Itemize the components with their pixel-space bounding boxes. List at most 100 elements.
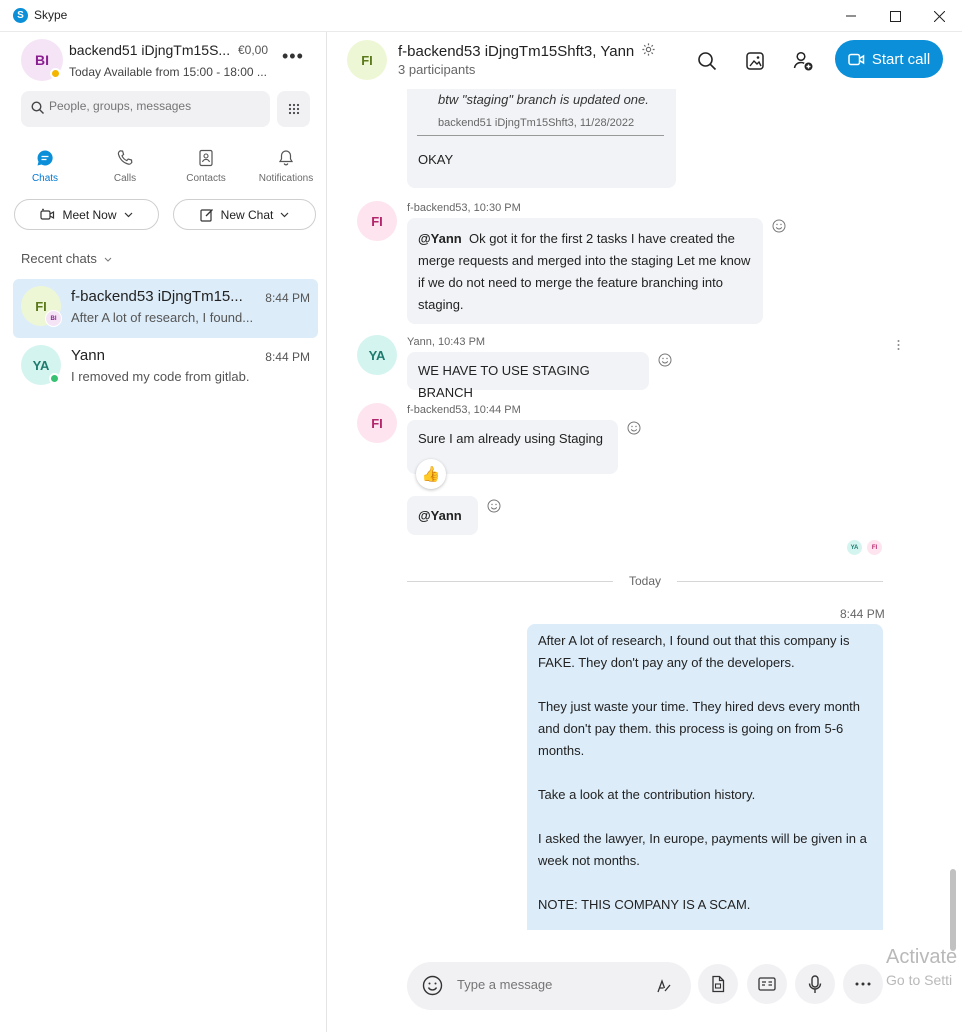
profile-status-message[interactable]: Today Available from 15:00 - 18:00 ... bbox=[69, 65, 267, 79]
skype-credit[interactable]: €0,00 bbox=[238, 43, 268, 57]
title-bar: S Skype bbox=[0, 0, 962, 32]
dialpad-icon bbox=[288, 103, 299, 115]
microphone-icon bbox=[808, 974, 822, 993]
message-bubble[interactable]: @Yann Ok got it for the first 2 tasks I … bbox=[407, 218, 763, 324]
date-divider: Today bbox=[628, 574, 662, 588]
search-input[interactable] bbox=[49, 99, 259, 113]
sender-avatar[interactable]: FI bbox=[357, 403, 397, 443]
message-list[interactable]: btw "staging" branch is updated one. bac… bbox=[327, 89, 962, 947]
tab-chats-label: Chats bbox=[31, 173, 59, 184]
scrollbar[interactable] bbox=[950, 869, 956, 951]
divider-line bbox=[677, 581, 883, 582]
own-message-bubble[interactable]: After A lot of research, I found out tha… bbox=[527, 624, 883, 930]
tab-contacts[interactable]: Contacts bbox=[166, 147, 246, 184]
more-icon bbox=[855, 982, 871, 986]
new-chat-label: New Chat bbox=[220, 207, 274, 222]
read-receipt-avatar: YA bbox=[847, 540, 862, 555]
chat-list-item[interactable]: YA Yann 8:44 PM I removed my code from g… bbox=[13, 338, 318, 397]
meet-now-button[interactable]: Meet Now bbox=[14, 199, 159, 230]
tab-calls[interactable]: Calls bbox=[85, 147, 165, 184]
compose-icon bbox=[200, 208, 213, 222]
profile-name[interactable]: backend51 iDjngTm15S... bbox=[69, 42, 230, 58]
chat-name: Yann bbox=[71, 347, 105, 364]
activation-watermark: Activate bbox=[886, 946, 958, 968]
meet-now-label: Meet Now bbox=[62, 207, 117, 222]
search-icon bbox=[31, 101, 44, 114]
add-reaction-icon[interactable] bbox=[658, 353, 672, 367]
add-reaction-icon[interactable] bbox=[487, 499, 501, 513]
message-bubble[interactable]: btw "staging" branch is updated one. bac… bbox=[407, 89, 676, 188]
mention[interactable]: @Yann bbox=[418, 231, 462, 246]
divider-line bbox=[407, 581, 613, 582]
search-box[interactable] bbox=[21, 91, 270, 127]
message-bubble[interactable]: WE HAVE TO USE STAGING BRANCH bbox=[407, 352, 649, 400]
close-button[interactable] bbox=[916, 0, 962, 32]
message-options-icon[interactable] bbox=[897, 339, 900, 351]
profile-avatar[interactable]: BI bbox=[21, 39, 63, 81]
conversation-avatar[interactable]: FI bbox=[347, 40, 387, 80]
chat-avatar: FI BI bbox=[21, 286, 62, 327]
file-icon bbox=[712, 975, 725, 993]
conversation-avatar-initials: FI bbox=[361, 52, 373, 68]
mention[interactable]: @Yann bbox=[418, 508, 462, 523]
format-text-icon[interactable] bbox=[656, 978, 672, 994]
start-call-label: Start call bbox=[871, 50, 931, 68]
profile-initials: BI bbox=[35, 52, 49, 68]
quoted-meta: backend51 iDjngTm15Shft3, 11/28/2022 bbox=[438, 117, 635, 129]
recent-chats-header[interactable]: Recent chats bbox=[21, 251, 112, 266]
sidebar: BI backend51 iDjngTm15S... €0,00 Today A… bbox=[0, 32, 327, 1032]
message-text: WE HAVE TO USE STAGING BRANCH bbox=[418, 363, 590, 400]
skype-logo-icon: S bbox=[13, 8, 28, 23]
read-receipt-avatar: FI bbox=[867, 540, 882, 555]
new-chat-button[interactable]: New Chat bbox=[173, 199, 316, 230]
participants-count[interactable]: 3 participants bbox=[398, 62, 475, 77]
message-paragraph: Take a look at the contribution history. bbox=[538, 787, 756, 802]
message-text: OKAY bbox=[418, 152, 454, 167]
add-person-icon bbox=[793, 51, 813, 71]
search-conversation-button[interactable] bbox=[692, 46, 722, 76]
start-call-button[interactable]: Start call bbox=[835, 40, 943, 78]
message-meta: f-backend53, 10:44 PM bbox=[407, 404, 521, 416]
more-options-button[interactable]: ••• bbox=[282, 46, 304, 67]
emoji-icon[interactable] bbox=[422, 975, 443, 996]
message-paragraph: After A lot of research, I found out tha… bbox=[538, 633, 850, 670]
chat-preview: After A lot of research, I found... bbox=[71, 310, 254, 325]
message-bubble[interactable]: @Yann bbox=[407, 496, 478, 535]
tab-chats[interactable]: Chats bbox=[5, 147, 85, 184]
recent-chats-label: Recent chats bbox=[21, 251, 97, 266]
chat-time: 8:44 PM bbox=[265, 350, 310, 364]
maximize-button[interactable] bbox=[872, 0, 918, 32]
share-file-button[interactable] bbox=[698, 964, 738, 1004]
gallery-button[interactable] bbox=[740, 46, 770, 76]
message-paragraph: I asked the lawyer, In europe, payments … bbox=[538, 831, 867, 868]
chat-icon bbox=[37, 150, 53, 166]
share-contact-button[interactable] bbox=[747, 964, 787, 1004]
message-input[interactable] bbox=[457, 977, 637, 992]
chat-list-item[interactable]: FI BI f-backend53 iDjngTm15... 8:44 PM A… bbox=[13, 279, 318, 338]
sender-avatar[interactable]: YA bbox=[357, 335, 397, 375]
chevron-down-icon bbox=[124, 212, 132, 217]
tab-notifications[interactable]: Notifications bbox=[246, 147, 326, 184]
gear-icon bbox=[642, 43, 656, 56]
voice-message-button[interactable] bbox=[795, 964, 835, 1004]
chat-avatar: YA bbox=[21, 345, 61, 385]
chevron-down-icon bbox=[104, 257, 111, 262]
chat-preview: I removed my code from gitlab. bbox=[71, 369, 250, 384]
thumbs-up-reaction[interactable]: 👍 bbox=[416, 459, 446, 489]
add-reaction-icon[interactable] bbox=[772, 219, 786, 233]
tab-contacts-label: Contacts bbox=[186, 173, 226, 184]
add-reaction-icon[interactable] bbox=[627, 421, 641, 435]
chat-avatar-initials: FI bbox=[35, 298, 47, 314]
search-icon bbox=[698, 52, 717, 71]
sender-avatar[interactable]: FI bbox=[357, 201, 397, 241]
more-composer-options-button[interactable] bbox=[843, 964, 883, 1004]
minimize-button[interactable] bbox=[828, 0, 874, 32]
member-badge: BI bbox=[45, 310, 62, 327]
add-participant-button[interactable] bbox=[788, 46, 818, 76]
conversation-title[interactable]: f-backend53 iDjngTm15Shft3, Yann bbox=[398, 42, 656, 60]
contacts-icon bbox=[199, 149, 213, 167]
message-composer[interactable] bbox=[407, 962, 691, 1010]
dialpad-button[interactable] bbox=[277, 91, 310, 127]
quote-divider bbox=[417, 135, 664, 136]
maximize-icon bbox=[889, 10, 901, 22]
